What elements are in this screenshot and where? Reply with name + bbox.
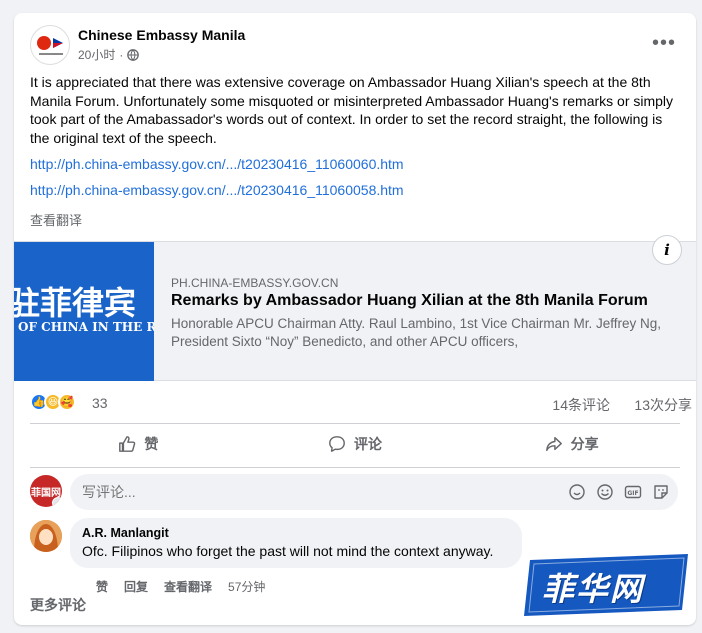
- shares-count[interactable]: 13次分享: [634, 395, 692, 415]
- post-body: It is appreciated that there was extensi…: [30, 74, 674, 146]
- post-header: Chinese Embassy Manila 20小时 · •••: [30, 25, 680, 65]
- comment-translate-button[interactable]: 查看翻译: [164, 578, 212, 595]
- post-stats: 👍 😆 🥰 33 14条评论 13次分享: [30, 393, 692, 415]
- see-translation-link[interactable]: 查看翻译: [30, 210, 82, 229]
- sticker-icon[interactable]: [652, 483, 670, 501]
- avatar-sticker-icon[interactable]: [568, 483, 586, 501]
- share-icon: [545, 436, 562, 452]
- comment-reply-button[interactable]: 回复: [124, 578, 148, 595]
- link-preview[interactable]: 驻菲律宾 OF CHINA IN THE R PH.CHINA-EMBASSY.…: [14, 241, 696, 381]
- comment-time[interactable]: 57分钟: [228, 578, 265, 595]
- more-comments-link[interactable]: 更多评论: [30, 595, 86, 615]
- post-meta: 20小时 ·: [78, 46, 140, 63]
- account-switch-icon[interactable]: [52, 497, 62, 507]
- comment-text: Ofc. Filipinos who forget the past will …: [82, 543, 494, 559]
- preview-domain: PH.CHINA-EMBASSY.GOV.CN: [171, 276, 339, 290]
- action-bar: 赞 评论 分享: [30, 427, 680, 461]
- commenter-avatar[interactable]: [30, 520, 62, 552]
- watermark-text: 菲华网: [542, 571, 645, 607]
- comments-count[interactable]: 14条评论: [552, 395, 610, 415]
- divider: [30, 467, 680, 468]
- composer-icons: GIF: [568, 483, 670, 501]
- comment-label: 评论: [354, 436, 382, 452]
- commenter-avatar-image: [30, 520, 62, 552]
- preview-title[interactable]: Remarks by Ambassador Huang Xilian at th…: [171, 292, 648, 310]
- info-icon[interactable]: i: [652, 235, 682, 265]
- like-button[interactable]: 赞: [30, 427, 247, 461]
- emoji-icon[interactable]: [596, 483, 614, 501]
- preview-image-cn-text: 驻菲律宾: [14, 284, 137, 322]
- post-time[interactable]: 20小时: [78, 46, 115, 63]
- more-options-icon[interactable]: •••: [646, 25, 682, 61]
- page-name[interactable]: Chinese Embassy Manila: [78, 27, 245, 43]
- divider: [30, 423, 680, 424]
- comment-actions: 赞 回复 查看翻译 57分钟: [96, 578, 265, 595]
- thumbs-up-icon: [119, 436, 136, 452]
- share-label: 分享: [570, 436, 599, 452]
- reaction-count[interactable]: 33: [92, 395, 108, 411]
- watermark-logo: 菲华网: [520, 550, 694, 622]
- post-link-2[interactable]: http://ph.china-embassy.gov.cn/.../t2023…: [30, 182, 404, 198]
- care-reaction-icon: 🥰: [58, 393, 76, 411]
- meta-separator: ·: [119, 47, 124, 62]
- svg-text:GIF: GIF: [627, 490, 638, 497]
- comment-composer: 菲国网 GIF: [30, 474, 680, 510]
- preview-description: Honorable APCU Chairman Atty. Raul Lambi…: [171, 316, 661, 349]
- comment-icon: [329, 436, 345, 452]
- post-card: Chinese Embassy Manila 20小时 · ••• It is …: [14, 13, 696, 625]
- share-button[interactable]: 分享: [463, 427, 680, 461]
- comment-bubble: A.R. Manlangit Ofc. Filipinos who forget…: [70, 518, 522, 568]
- globe-icon[interactable]: [127, 48, 140, 61]
- like-label: 赞: [144, 436, 159, 452]
- comment-button[interactable]: 评论: [247, 427, 464, 461]
- reactions-summary[interactable]: 👍 😆 🥰: [30, 393, 76, 411]
- current-user-avatar[interactable]: 菲国网: [30, 475, 62, 507]
- comment-like-button[interactable]: 赞: [96, 578, 108, 595]
- post-link-1[interactable]: http://ph.china-embassy.gov.cn/.../t2023…: [30, 156, 404, 172]
- embassy-logo-icon: [37, 36, 63, 55]
- page-avatar[interactable]: [30, 25, 70, 65]
- preview-image-en-text: OF CHINA IN THE R: [18, 320, 154, 334]
- preview-image[interactable]: 驻菲律宾 OF CHINA IN THE R: [14, 242, 154, 381]
- gif-icon[interactable]: GIF: [624, 483, 642, 501]
- comment-author[interactable]: A.R. Manlangit: [82, 526, 510, 540]
